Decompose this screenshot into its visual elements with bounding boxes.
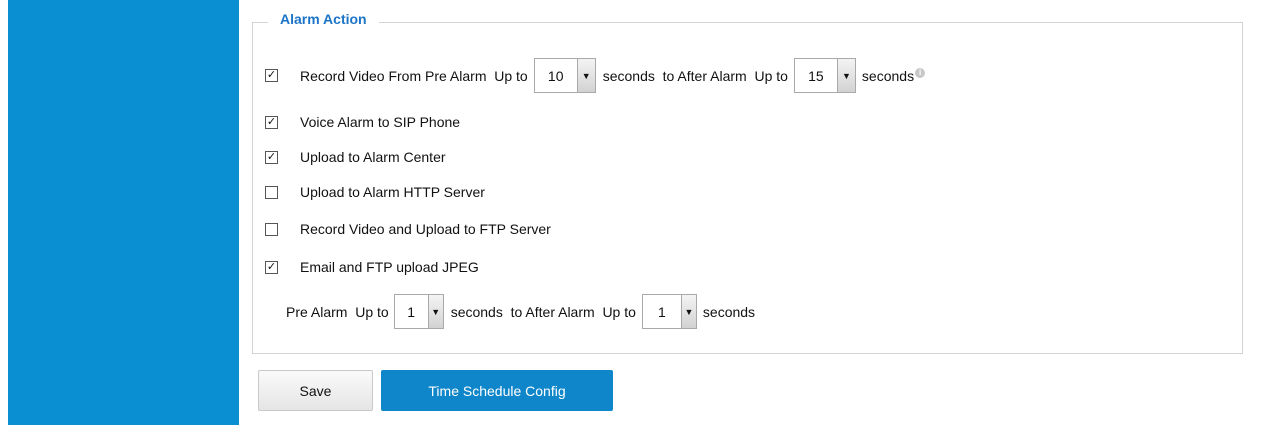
chevron-down-icon: ▼ — [576, 59, 595, 92]
after-alarm-label: seconds to After Alarm Up to — [602, 67, 788, 84]
ftp-server-label: Record Video and Upload to FTP Server — [300, 221, 551, 237]
option-row-alarm-center: ✓ Upload to Alarm Center — [265, 149, 446, 165]
jpeg-after-alarm-select[interactable]: 1 ▼ — [641, 294, 697, 329]
jpeg-pre-alarm-row: Pre Alarm Up to 1 ▼ seconds to After Ala… — [286, 294, 755, 329]
record-video-pre-alarm-row: ✓ Record Video From Pre Alarm Up to 10 ▼… — [265, 58, 926, 93]
chevron-down-icon: ▼ — [427, 295, 443, 328]
option-row-ftp-server: Record Video and Upload to FTP Server — [265, 221, 551, 237]
jpeg-seconds-suffix: seconds — [702, 303, 756, 320]
alarm-center-checkbox[interactable]: ✓ — [265, 150, 278, 164]
option-row-email-ftp-jpeg: ✓ Email and FTP upload JPEG — [265, 259, 479, 275]
pre-alarm-seconds-select[interactable]: 10 ▼ — [533, 58, 596, 93]
record-video-pre-alarm-checkbox[interactable]: ✓ — [265, 69, 278, 82]
time-schedule-config-button[interactable]: Time Schedule Config — [381, 370, 613, 411]
seconds-suffix: seconds — [861, 67, 915, 84]
info-icon[interactable]: i — [915, 67, 926, 78]
option-row-http-server: Upload to Alarm HTTP Server — [265, 184, 485, 200]
jpeg-pre-alarm-label: Pre Alarm Up to — [286, 303, 389, 320]
option-row-voice-alarm: ✓ Voice Alarm to SIP Phone — [265, 114, 460, 130]
alarm-action-legend: Alarm Action — [268, 11, 379, 27]
voice-alarm-checkbox[interactable]: ✓ — [265, 115, 278, 129]
save-button[interactable]: Save — [258, 370, 373, 411]
left-sidebar — [8, 0, 239, 425]
http-server-label: Upload to Alarm HTTP Server — [300, 184, 485, 200]
alarm-center-label: Upload to Alarm Center — [300, 149, 446, 165]
after-alarm-seconds-select[interactable]: 15 ▼ — [793, 58, 856, 93]
chevron-down-icon: ▼ — [680, 295, 696, 328]
chevron-down-icon: ▼ — [836, 59, 855, 92]
jpeg-after-alarm-label: seconds to After Alarm Up to — [450, 303, 636, 320]
email-ftp-jpeg-label: Email and FTP upload JPEG — [300, 259, 479, 275]
voice-alarm-label: Voice Alarm to SIP Phone — [300, 114, 461, 130]
jpeg-pre-alarm-select[interactable]: 1 ▼ — [393, 294, 444, 329]
ftp-server-checkbox[interactable] — [265, 222, 278, 236]
email-ftp-jpeg-checkbox[interactable]: ✓ — [265, 260, 278, 274]
http-server-checkbox[interactable] — [265, 185, 278, 199]
record-video-pre-alarm-label: Record Video From Pre Alarm Up to — [300, 67, 528, 84]
